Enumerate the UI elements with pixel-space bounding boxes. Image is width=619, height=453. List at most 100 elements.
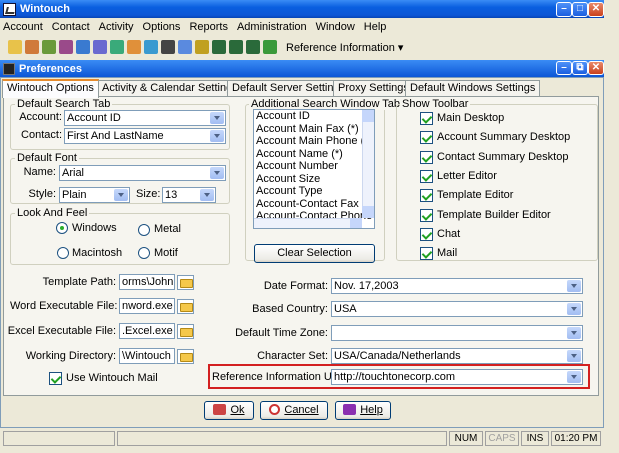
font-style-select[interactable]: Plain — [59, 187, 130, 203]
app-titlebar[interactable]: Wintouch — [0, 0, 604, 18]
window-icon[interactable] — [178, 40, 192, 54]
preferences-titlebar[interactable]: Preferences — [0, 60, 604, 77]
excel-exe-label: Excel Executable File: — [7, 325, 116, 337]
cancel-button[interactable]: Cancel — [260, 401, 328, 420]
letter-icon[interactable] — [127, 40, 141, 54]
report-icon[interactable] — [110, 40, 124, 54]
menu-activity[interactable]: Activity — [99, 21, 134, 33]
maximize-button[interactable]: □ — [572, 2, 588, 17]
desktop2-icon[interactable] — [229, 40, 243, 54]
folder-icon[interactable] — [177, 275, 194, 290]
account-search-select[interactable]: Account ID — [64, 110, 226, 126]
checkbox-contact-summary[interactable] — [420, 151, 433, 164]
scroll-right-icon[interactable] — [350, 218, 362, 228]
tab-wintouch-options[interactable]: Wintouch Options — [2, 79, 99, 98]
prefs-close-button[interactable]: ✕ — [588, 61, 604, 75]
scroll-down-icon[interactable] — [362, 206, 374, 218]
grid-icon[interactable] — [76, 40, 90, 54]
menu-contact[interactable]: Contact — [52, 21, 90, 33]
radio-motif[interactable] — [138, 247, 150, 259]
tab-default-windows[interactable]: Default Windows Settings — [405, 80, 541, 97]
list-icon[interactable] — [93, 40, 107, 54]
menu-administration[interactable]: Administration — [237, 21, 307, 33]
app-title: Wintouch — [20, 3, 70, 15]
menu-bar: Account Contact Activity Options Reports… — [0, 18, 604, 36]
template-path-field[interactable]: orms\John — [119, 274, 175, 290]
default-font-legend: Default Font — [15, 152, 79, 164]
activity-icon[interactable] — [42, 40, 56, 54]
list-item[interactable]: Account Name (*) — [254, 148, 374, 161]
clear-selection-button[interactable]: Clear Selection — [254, 244, 375, 263]
list-vertical-scrollbar[interactable] — [362, 110, 374, 218]
excel-exe-field[interactable]: .Excel.exe — [119, 323, 175, 339]
checkbox-chat[interactable] — [420, 228, 433, 241]
checkbox-letter-editor[interactable] — [420, 170, 433, 183]
additional-search-listbox[interactable]: Account ID Account Main Fax (*) Account … — [253, 109, 375, 229]
checkbox-use-wintouch-mail[interactable] — [49, 372, 62, 385]
search-icon[interactable] — [8, 40, 22, 54]
status-message — [117, 431, 447, 446]
close-button[interactable]: ✕ — [588, 2, 604, 17]
building-icon[interactable] — [263, 40, 277, 54]
tab-proxy-settings[interactable]: Proxy Settings — [333, 80, 414, 97]
folder-icon[interactable] — [177, 324, 194, 339]
contacts-icon[interactable] — [25, 40, 39, 54]
checkbox-template-builder[interactable] — [420, 209, 433, 222]
scroll-up-icon[interactable] — [362, 110, 374, 122]
menu-account[interactable]: Account — [3, 21, 43, 33]
list-item[interactable]: Account-Contact Fax (*) — [254, 198, 374, 211]
default-timezone-select[interactable] — [331, 325, 583, 341]
chevron-down-icon — [200, 189, 214, 201]
template-path-label: Template Path: — [42, 276, 116, 288]
list-item[interactable]: Account ID — [254, 110, 374, 123]
radio-macintosh[interactable] — [57, 247, 69, 259]
ok-button[interactable]: Ok — [204, 401, 254, 420]
menu-help[interactable]: Help — [364, 21, 387, 33]
list-item[interactable]: Account Type — [254, 185, 374, 198]
checkbox-mail[interactable] — [420, 247, 433, 260]
prefs-minimize-button[interactable]: – — [556, 61, 572, 75]
character-set-select[interactable]: USA/Canada/Netherlands — [331, 348, 583, 364]
mail-label: Mail — [437, 247, 458, 259]
list-item[interactable]: Account Size — [254, 173, 374, 186]
menu-options[interactable]: Options — [143, 21, 181, 33]
status-ins: INS — [521, 431, 549, 446]
minimize-button[interactable]: – — [556, 2, 572, 17]
tab-default-server[interactable]: Default Server Settings — [227, 80, 351, 97]
menu-reports[interactable]: Reports — [189, 21, 228, 33]
working-dir-field[interactable]: \Wintouch — [119, 348, 175, 364]
mail-icon[interactable] — [195, 40, 209, 54]
calendar-icon[interactable] — [59, 40, 73, 54]
help-icon — [343, 404, 357, 415]
template-icon[interactable] — [161, 40, 175, 54]
word-exe-field[interactable]: nword.exe — [119, 298, 175, 314]
contact-label: Contact: — [21, 129, 62, 141]
reference-url-select[interactable]: http://touchtonecorp.com — [331, 369, 583, 385]
help-button[interactable]: Help — [335, 401, 391, 420]
chat-icon[interactable] — [144, 40, 158, 54]
folder-icon[interactable] — [177, 299, 194, 314]
tab-activity-calendar[interactable]: Activity & Calendar Settings — [97, 80, 243, 97]
radio-metal[interactable] — [138, 224, 150, 236]
account-summary-label: Account Summary Desktop — [437, 131, 571, 143]
folder-icon[interactable] — [177, 349, 194, 364]
reference-information-dropdown[interactable]: Reference Information ▾ — [286, 41, 403, 54]
contact-search-select[interactable]: First And LastName — [64, 128, 226, 144]
chevron-down-icon — [567, 327, 581, 339]
menu-window[interactable]: Window — [316, 21, 355, 33]
list-item[interactable]: Account Main Phone (*) — [254, 135, 374, 148]
radio-windows[interactable] — [56, 222, 68, 234]
list-item[interactable]: Account Main Fax (*) — [254, 123, 374, 136]
desktop3-icon[interactable] — [246, 40, 260, 54]
desktop-icon[interactable] — [212, 40, 226, 54]
checkbox-main-desktop[interactable] — [420, 112, 433, 125]
based-country-select[interactable]: USA — [331, 301, 583, 317]
checkbox-template-editor[interactable] — [420, 189, 433, 202]
list-horizontal-scrollbar[interactable] — [254, 218, 362, 228]
font-name-select[interactable]: Arial — [59, 165, 226, 181]
list-item[interactable]: Account Number — [254, 160, 374, 173]
font-size-select[interactable]: 13 — [162, 187, 216, 203]
date-format-select[interactable]: Nov. 17,2003 — [331, 278, 583, 294]
prefs-restore-button[interactable]: ⧉ — [572, 61, 588, 75]
checkbox-account-summary[interactable] — [420, 131, 433, 144]
